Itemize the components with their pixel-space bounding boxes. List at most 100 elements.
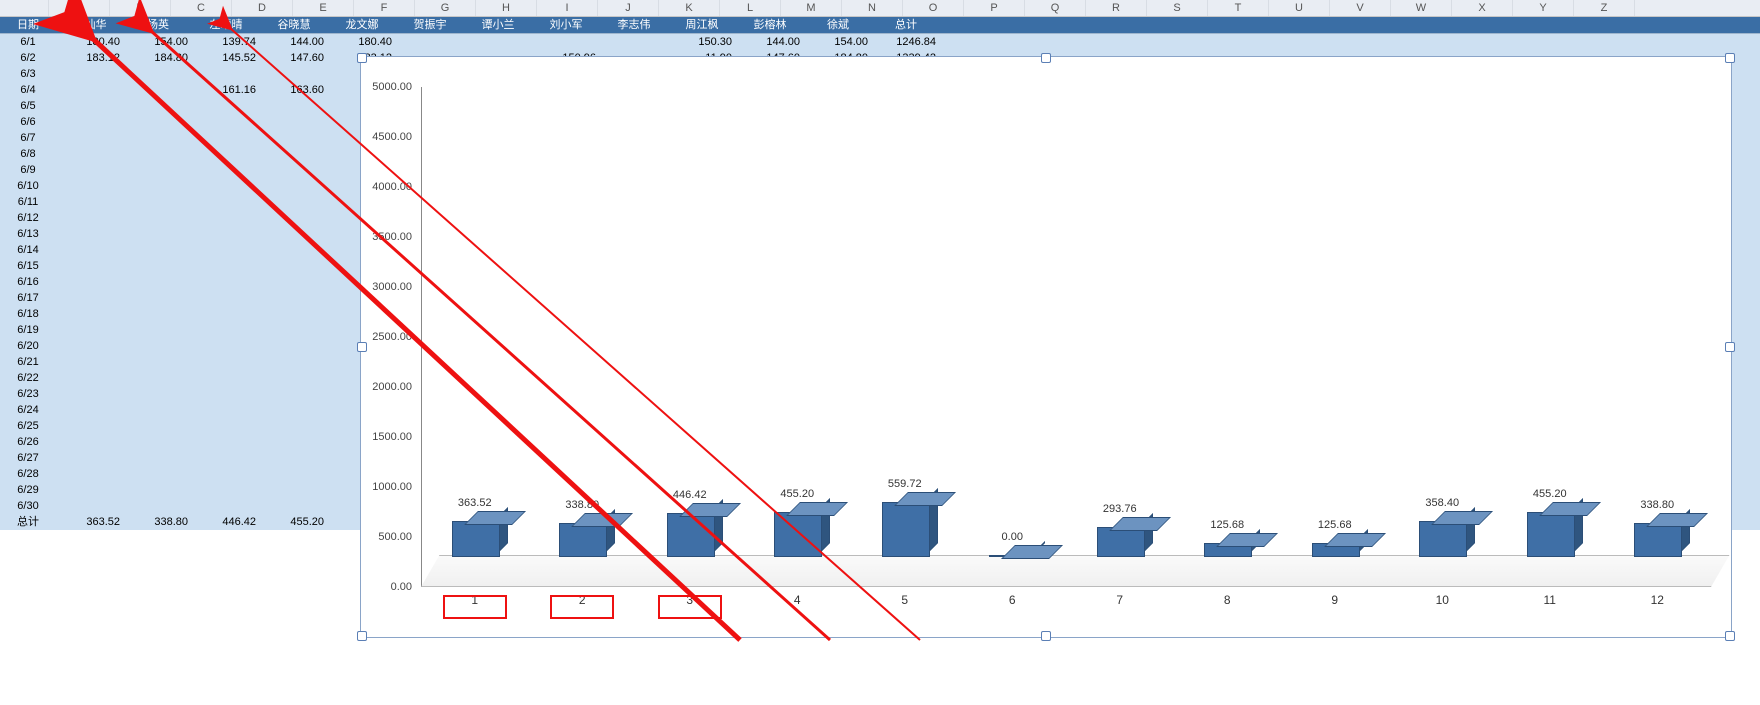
value-cell[interactable] — [124, 258, 192, 274]
chart-bar[interactable] — [774, 514, 820, 557]
date-cell[interactable]: 6/6 — [0, 114, 56, 130]
header-cell[interactable]: 日期 — [0, 17, 56, 33]
value-cell[interactable] — [124, 354, 192, 370]
value-cell[interactable]: 183.12 — [56, 50, 124, 66]
header-cell[interactable]: 周江枫 — [668, 17, 736, 33]
column-letter[interactable]: F — [354, 0, 415, 16]
date-cell[interactable]: 6/5 — [0, 98, 56, 114]
value-cell[interactable] — [124, 466, 192, 482]
value-cell[interactable] — [260, 290, 328, 306]
value-cell[interactable]: 154.00 — [124, 34, 192, 50]
value-cell[interactable] — [56, 210, 124, 226]
value-cell[interactable] — [56, 434, 124, 450]
value-cell[interactable] — [260, 450, 328, 466]
header-cell[interactable]: 李志伟 — [600, 17, 668, 33]
value-cell[interactable] — [192, 242, 260, 258]
value-cell[interactable] — [56, 402, 124, 418]
value-cell[interactable] — [192, 66, 260, 82]
value-cell[interactable] — [124, 450, 192, 466]
totals-value-cell[interactable]: 446.42 — [192, 514, 260, 530]
date-cell[interactable]: 6/25 — [0, 418, 56, 434]
value-cell[interactable] — [56, 322, 124, 338]
header-cell[interactable]: 贺振宇 — [396, 17, 464, 33]
column-letter[interactable]: Y — [1513, 0, 1574, 16]
value-cell[interactable] — [56, 466, 124, 482]
chart-bar[interactable] — [1312, 545, 1358, 557]
resize-handle-icon[interactable] — [1041, 631, 1051, 641]
column-letter[interactable]: U — [1269, 0, 1330, 16]
date-cell[interactable]: 6/2 — [0, 50, 56, 66]
value-cell[interactable] — [124, 370, 192, 386]
value-cell[interactable] — [260, 194, 328, 210]
value-cell[interactable] — [124, 130, 192, 146]
value-cell[interactable] — [192, 386, 260, 402]
column-letter[interactable]: M — [781, 0, 842, 16]
value-cell[interactable] — [260, 402, 328, 418]
value-cell[interactable] — [260, 178, 328, 194]
value-cell[interactable] — [56, 290, 124, 306]
value-cell[interactable] — [260, 146, 328, 162]
value-cell[interactable] — [192, 434, 260, 450]
value-cell[interactable] — [260, 354, 328, 370]
date-cell[interactable]: 6/28 — [0, 466, 56, 482]
value-cell[interactable] — [56, 162, 124, 178]
value-cell[interactable]: 180.40 — [56, 34, 124, 50]
value-cell[interactable] — [124, 306, 192, 322]
value-cell[interactable]: 139.74 — [192, 34, 260, 50]
resize-handle-icon[interactable] — [1725, 631, 1735, 641]
value-cell[interactable] — [260, 226, 328, 242]
date-cell[interactable]: 6/7 — [0, 130, 56, 146]
date-cell[interactable]: 6/11 — [0, 194, 56, 210]
value-cell[interactable] — [192, 370, 260, 386]
value-cell[interactable] — [192, 418, 260, 434]
value-cell[interactable] — [124, 162, 192, 178]
date-cell[interactable]: 6/18 — [0, 306, 56, 322]
column-letter[interactable]: L — [720, 0, 781, 16]
value-cell[interactable] — [260, 482, 328, 498]
date-cell[interactable]: 6/30 — [0, 498, 56, 514]
date-cell[interactable]: 6/24 — [0, 402, 56, 418]
value-cell[interactable] — [56, 114, 124, 130]
value-cell[interactable] — [260, 466, 328, 482]
header-cell[interactable]: 谭小兰 — [464, 17, 532, 33]
value-cell[interactable] — [56, 450, 124, 466]
value-cell[interactable] — [56, 338, 124, 354]
column-letter[interactable]: G — [415, 0, 476, 16]
value-cell[interactable] — [192, 482, 260, 498]
column-letter[interactable]: D — [232, 0, 293, 16]
value-cell[interactable] — [124, 66, 192, 82]
column-letter[interactable]: Q — [1025, 0, 1086, 16]
value-cell[interactable] — [260, 498, 328, 514]
header-row[interactable]: 日期彭灿华杨英左晴晴谷晓慧龙文娜贺振宇谭小兰刘小军李志伟周江枫彭榕林徐斌总计 — [0, 17, 1760, 34]
value-cell[interactable] — [192, 210, 260, 226]
value-cell[interactable]: 144.00 — [736, 34, 804, 50]
value-cell[interactable] — [192, 498, 260, 514]
value-cell[interactable] — [124, 434, 192, 450]
chart-bar[interactable] — [1527, 514, 1573, 557]
chart-bar[interactable] — [1634, 525, 1680, 557]
column-letter[interactable] — [0, 0, 49, 16]
chart-plot-area[interactable]: 363.52338.80446.42455.20559.720.00293.76… — [421, 87, 1711, 557]
value-cell[interactable] — [192, 322, 260, 338]
date-cell[interactable]: 6/12 — [0, 210, 56, 226]
column-letter[interactable]: S — [1147, 0, 1208, 16]
totals-value-cell[interactable]: 455.20 — [260, 514, 328, 530]
value-cell[interactable] — [192, 450, 260, 466]
date-cell[interactable]: 6/22 — [0, 370, 56, 386]
value-cell[interactable] — [124, 98, 192, 114]
column-letter[interactable]: R — [1086, 0, 1147, 16]
value-cell[interactable] — [192, 226, 260, 242]
value-cell[interactable] — [124, 114, 192, 130]
column-letter[interactable]: X — [1452, 0, 1513, 16]
value-cell[interactable] — [192, 98, 260, 114]
date-cell[interactable]: 6/23 — [0, 386, 56, 402]
value-cell[interactable] — [124, 418, 192, 434]
value-cell[interactable]: 161.16 — [192, 82, 260, 98]
value-cell[interactable] — [260, 66, 328, 82]
resize-handle-icon[interactable] — [357, 631, 367, 641]
value-cell[interactable] — [56, 98, 124, 114]
value-cell[interactable] — [56, 82, 124, 98]
value-cell[interactable] — [56, 306, 124, 322]
value-cell[interactable] — [260, 242, 328, 258]
value-cell[interactable]: 1246.84 — [872, 34, 940, 50]
